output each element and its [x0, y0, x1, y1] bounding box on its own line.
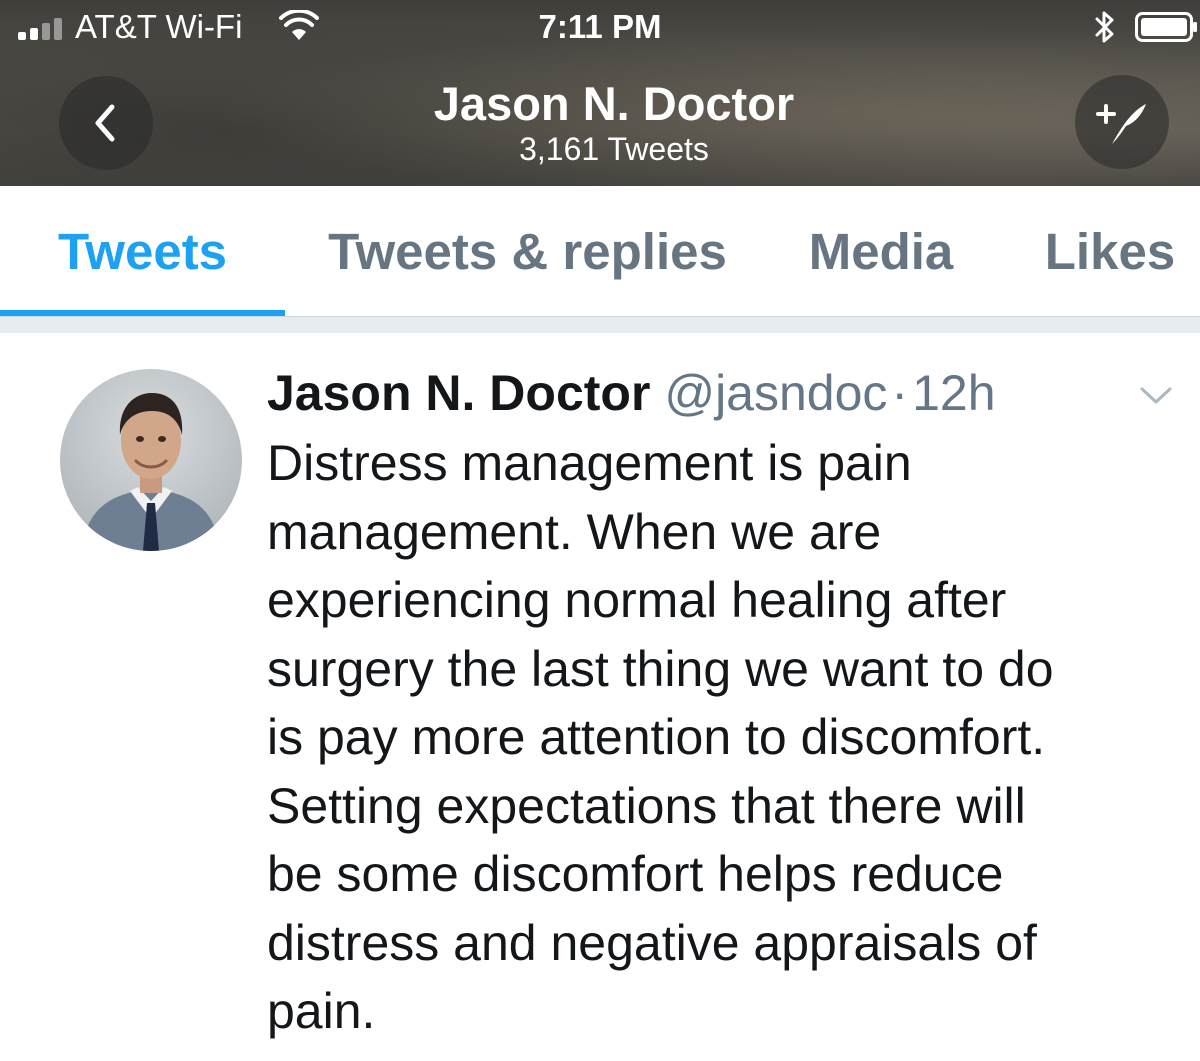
tweet-text-line: pain. [267, 983, 376, 1039]
battery-icon [1135, 12, 1197, 42]
tab-tweets[interactable]: Tweets [0, 186, 285, 316]
tweet-text-line: is pay more attention to discomfort. [267, 709, 1046, 765]
tweet-count: 3,161 Tweets [519, 131, 709, 167]
compose-tweet-button[interactable] [1075, 75, 1169, 169]
tweet-text-line: be some discomfort helps reduce [267, 846, 1004, 902]
tweet-text-line: Setting expectations that there will [267, 777, 1026, 834]
tweet-header: Jason N. Doctor @jasndoc·12h [267, 363, 996, 423]
tweet-text-line: distress and negative appraisals of [267, 914, 1037, 971]
compose-tweet-icon [1096, 104, 1146, 144]
tabs-divider [0, 316, 1200, 333]
tweet-separator: · [891, 365, 909, 421]
status-time: 7:11 PM [538, 8, 662, 45]
tweet-text-line: Distress management is pain [267, 435, 912, 491]
profile-tabs: Tweets Tweets & replies Media Likes [0, 186, 1200, 316]
status-bar: AT&T Wi-Fi 7:11 PM [0, 0, 1200, 56]
tab-media[interactable]: Media [770, 186, 992, 316]
profile-header: AT&T Wi-Fi 7:11 PM Jason N. Doctor 3,161 [0, 0, 1200, 186]
tweet-text-line: management. When we are [267, 503, 882, 560]
twitter-profile-screen: AT&T Wi-Fi 7:11 PM Jason N. Doctor 3,161 [0, 0, 1200, 1061]
tweet-text-line: surgery the last thing we want to do [267, 640, 1054, 697]
tweet-item[interactable]: Jason N. Doctor @jasndoc·12h Distress ma… [0, 333, 1200, 1061]
avatar[interactable] [60, 369, 242, 551]
bluetooth-icon [1095, 11, 1114, 43]
tab-likes[interactable]: Likes [992, 186, 1200, 316]
profile-photo [60, 369, 242, 551]
tab-tweets-and-replies[interactable]: Tweets & replies [285, 186, 770, 316]
chevron-down-icon[interactable] [1138, 383, 1174, 407]
tweet-text-line: experiencing normal healing after [267, 572, 1007, 628]
tweet-author-name[interactable]: Jason N. Doctor [267, 365, 650, 421]
tweet-author-handle[interactable]: @jasndoc [664, 365, 887, 421]
tweet-text: Distress management is pain management. … [267, 429, 1167, 1046]
tweet-timestamp: 12h [912, 365, 996, 421]
profile-title: Jason N. Doctor [433, 77, 795, 130]
